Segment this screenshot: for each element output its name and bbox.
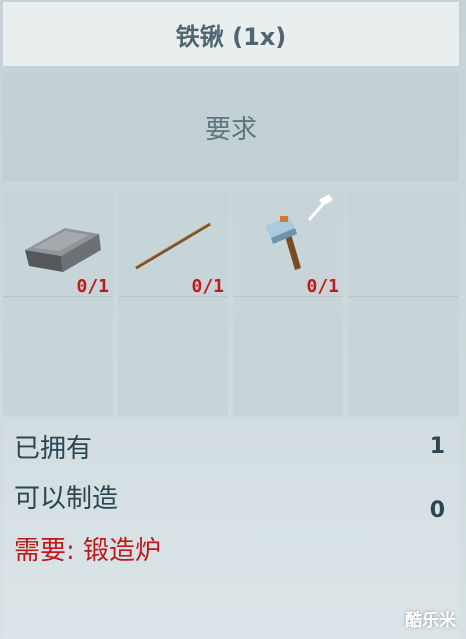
required-quantity: 0/1 xyxy=(191,276,224,297)
slot-divider xyxy=(348,296,459,297)
required-station: 需要: 锻造炉 xyxy=(14,536,162,566)
owned-value: 1 xyxy=(429,434,445,459)
requirement-slot-hammer[interactable]: 0/1 xyxy=(233,188,343,416)
requirement-slot-stick[interactable]: 0/1 xyxy=(118,188,228,416)
owned-label: 已拥有 xyxy=(14,434,93,464)
requirements-header: 要求 xyxy=(3,72,459,182)
requirement-slot-empty[interactable] xyxy=(348,188,459,416)
tool-indicator-icon xyxy=(307,194,333,221)
required-quantity: 0/1 xyxy=(306,276,339,297)
requirement-slot-iron-ingot[interactable]: 0/1 xyxy=(3,188,113,416)
craftable-label: 可以制造 xyxy=(14,484,119,514)
required-quantity: 0/1 xyxy=(76,276,109,297)
watermark: 酷乐米 xyxy=(405,611,456,631)
item-title: 铁锹 (1x) xyxy=(3,2,459,66)
info-panel: 已拥有 1 可以制造 0 需要: 锻造炉 xyxy=(3,422,459,639)
crafting-panel: 铁锹 (1x) 要求 0/1 0/1 0/1 已拥有 1 可以制造 0 需要: … xyxy=(0,0,466,639)
craftable-value: 0 xyxy=(429,498,445,523)
